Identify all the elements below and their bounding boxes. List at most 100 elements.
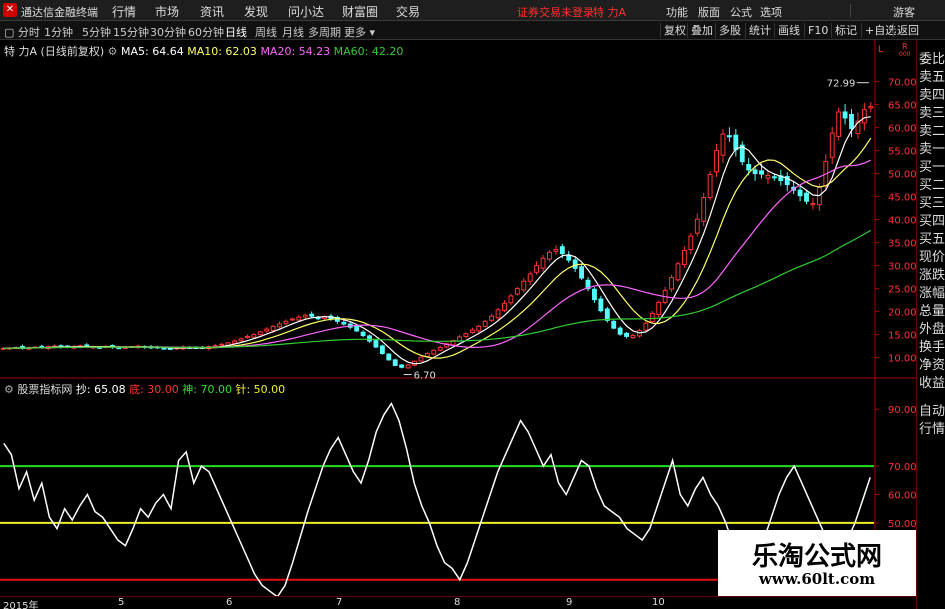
axis-mark-l: L [878,45,883,55]
candle-body [694,218,700,234]
period-intraday[interactable]: ▢ 分时 [4,24,40,40]
stock-chart[interactable]: 70.00 65.00 60.00 55.00 50.00 45.00 40.00 35.00… [0,40,916,596]
candle-body [714,150,719,173]
side-panel-item[interactable]: 行情 [919,418,945,437]
period-monthly[interactable]: 月线 [282,24,304,40]
side-panel-item[interactable]: 委比 [919,48,945,67]
date-axis: 2015年 5 6 7 8 9 10 [0,596,916,609]
candle-body [270,325,276,331]
side-panel-item[interactable]: 换手 [919,336,945,355]
side-panel-item[interactable]: 现价 [919,246,945,265]
candle-body [399,364,405,368]
side-panel-item[interactable]: 卖一 [919,138,945,157]
back-button[interactable]: 返回 [893,23,922,38]
candle-body [341,321,347,325]
mark-button[interactable]: 标记 [831,23,860,38]
date-tick-label: 7 [336,597,343,608]
period-30min[interactable]: 30分钟 [150,24,186,40]
date-tick-label: 2015年 [3,601,39,609]
menu-news[interactable]: 资讯 [200,3,224,20]
side-panel-item[interactable]: 卖三 [919,102,945,121]
period-daily[interactable]: 日线 [225,24,247,40]
low-price-label: 6.70 [414,371,436,382]
candle-body [771,176,777,179]
candle-body [251,334,257,338]
period-weekly[interactable]: 周线 [255,24,277,40]
candle-body [315,317,321,320]
candle-body [797,189,803,197]
watermark-url: www.60lt.com [758,570,876,588]
menu-discover[interactable]: 发现 [244,3,268,20]
watermark-title: 乐淘公式网 [751,542,882,572]
side-panel-item[interactable]: 买二 [919,174,945,193]
multi-stock-button[interactable]: 多股 [715,23,744,38]
side-panel-item[interactable]: 买四 [919,210,945,229]
menu-ask-xiaoda[interactable]: 问小达 [288,3,324,20]
side-panel-item[interactable]: 卖五 [919,66,945,85]
candle-body [424,352,430,357]
side-panel-item[interactable]: 涨跌 [919,264,945,283]
menu-functions[interactable]: 功能 [666,4,688,20]
side-panel-item[interactable]: 净资 [919,354,945,373]
draw-line-button[interactable]: 画线 [774,23,803,38]
candle-body [514,288,520,295]
candle-body [161,347,167,350]
candle-body [289,318,295,321]
side-panel-item[interactable]: 收益 [919,372,945,391]
candle-body [630,335,636,339]
candle-body [804,192,809,202]
candle-body [617,327,623,335]
candlestick-series [0,101,874,369]
menu-trade[interactable]: 交易 [396,3,420,20]
candle-body [431,349,437,355]
period-multi[interactable]: 多周期 [308,24,341,40]
period-toolbar: ▢ 分时 1分钟 5分钟 15分钟 30分钟 60分钟 日线 周线 月线 多周期… [0,21,945,40]
candle-body [701,197,707,222]
candle-body [283,320,289,325]
date-tick-label: 8 [454,597,461,608]
period-60min[interactable]: 60分钟 [188,24,224,40]
price-tick-label: 45.00 [888,193,916,204]
guest-label[interactable]: 游客 [893,4,915,20]
period-more[interactable]: 更多 ▾ [344,24,375,40]
overlay-button[interactable]: 叠加 [687,23,716,38]
side-panel-item[interactable]: 买一 [919,156,945,175]
ma-line-ma20 [3,159,872,349]
f10-button[interactable]: F10 [804,23,831,38]
candle-body [244,335,250,339]
title-bar: ✕ 通达信金融终端 行情 市场 资讯 发现 问小达 财富圈 交易 证券交易未登录… [0,0,945,21]
candle-body [84,344,90,347]
period-15min[interactable]: 15分钟 [113,24,149,40]
candle-body [238,338,244,342]
stats-button[interactable]: 统计 [745,23,774,38]
period-5min[interactable]: 5分钟 [82,24,111,40]
menu-formula[interactable]: 公式 [730,4,752,20]
side-panel-item[interactable]: 卖四 [919,84,945,103]
menu-options[interactable]: 选项 [760,4,782,20]
menu-wealth-circle[interactable]: 财富圈 [342,3,378,20]
price-tick-label: 10.00 [888,354,916,365]
adjust-button[interactable]: 复权 [660,23,689,38]
candle-body [656,301,662,316]
menu-market[interactable]: 市场 [155,3,179,20]
menu-quotes[interactable]: 行情 [112,3,136,20]
menu-layout[interactable]: 版面 [698,4,720,20]
login-warning[interactable]: 证券交易未登录 [517,4,594,20]
side-quote-panel: 委比 卖五 卖四 卖三 卖二 卖一 买一 买二 买三 买四 买五 现价 涨跌 涨幅 总量 外盘 换手 净资 收益自动… [916,40,945,609]
side-panel-item[interactable]: 外盘 [919,318,945,337]
side-panel-item[interactable]: 总量 [919,300,945,319]
indicator-tick-label: 70.00 [888,462,916,473]
side-panel-item[interactable]: 卖二 [919,120,945,139]
period-1min[interactable]: 1分钟 [44,24,73,40]
candle-body [765,174,771,179]
candle-body [681,249,687,266]
date-tick-label: 10 [652,597,665,608]
candle-body [296,316,302,321]
side-panel-item[interactable]: 买三 [919,192,945,211]
side-panel-item[interactable]: 涨幅 [919,282,945,301]
side-panel-item[interactable]: 自动 [919,400,945,419]
candle-body [418,356,424,362]
date-tick-label: 5 [118,597,125,608]
side-panel-item[interactable]: 买五 [919,228,945,247]
indicator-tick-label: 90.00 [888,405,916,416]
